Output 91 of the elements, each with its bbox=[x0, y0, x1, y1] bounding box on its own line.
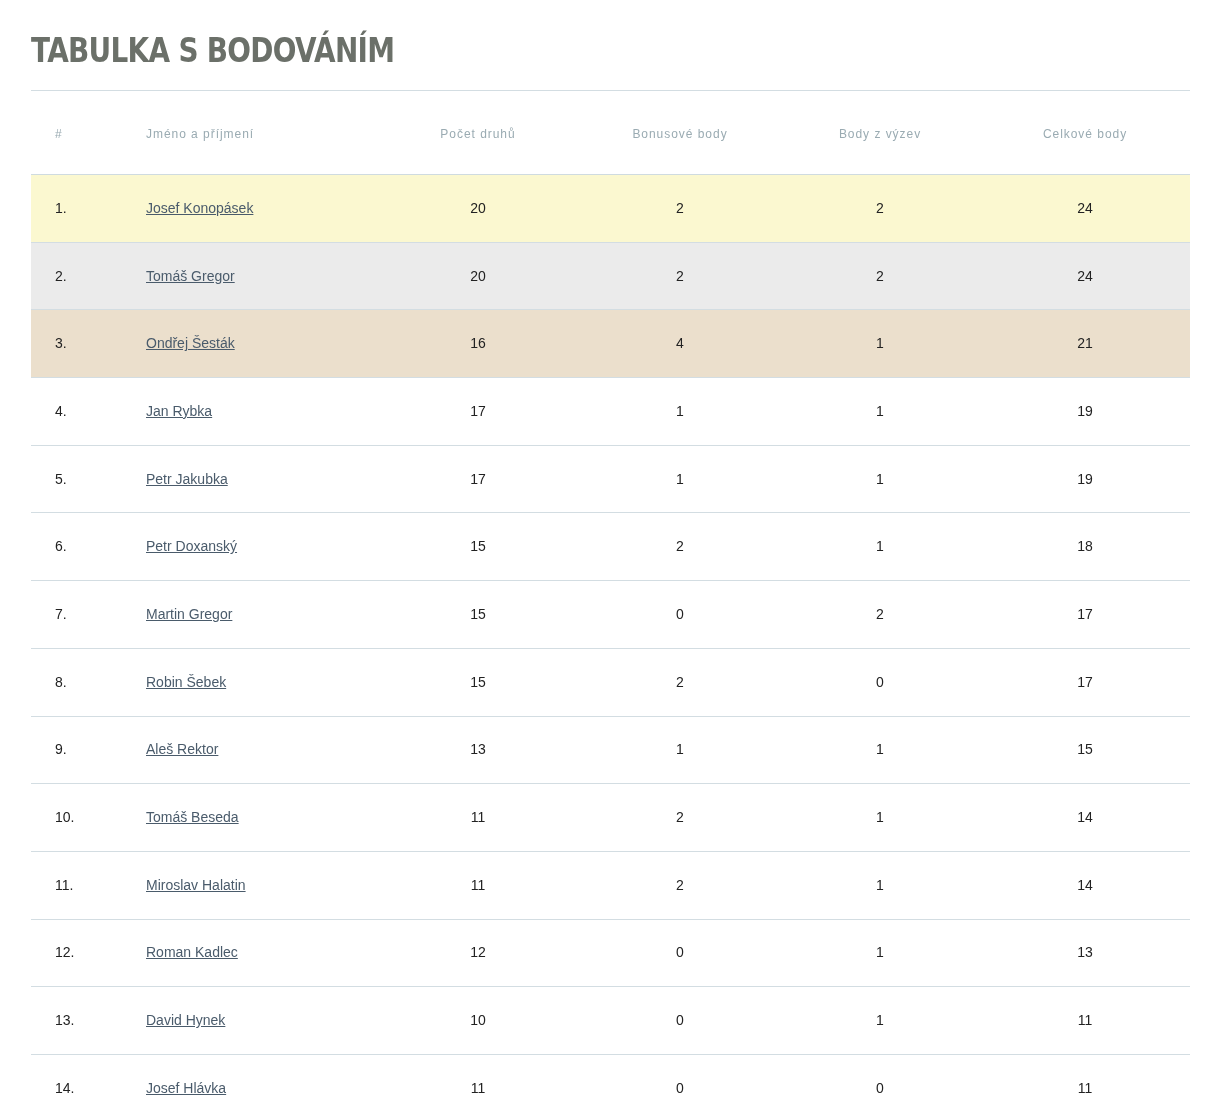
table-cell: 24 bbox=[1077, 199, 1093, 216]
table-cell: 0 bbox=[876, 673, 884, 690]
player-name-link[interactable]: Josef Hlávka bbox=[146, 1079, 227, 1096]
table-cell: 1 bbox=[876, 876, 884, 893]
rank-cell: 7. bbox=[55, 605, 67, 622]
table-cell: 17 bbox=[470, 402, 486, 419]
table-cell: 13 bbox=[470, 741, 486, 758]
column-header: Jméno a příjmení bbox=[146, 126, 255, 141]
table-cell: 1 bbox=[676, 470, 684, 487]
table-cell: 20 bbox=[470, 199, 486, 216]
table-cell: 2 bbox=[876, 199, 884, 216]
table-cell: 19 bbox=[1077, 470, 1093, 487]
table-cell: 2 bbox=[876, 267, 884, 284]
rank-cell: 2. bbox=[55, 267, 67, 284]
rank-cell: 13. bbox=[55, 1012, 75, 1029]
table-cell: 14 bbox=[1077, 876, 1093, 893]
table-cell: 2 bbox=[676, 538, 684, 555]
rank-cell: 3. bbox=[55, 335, 67, 352]
table-cell: 18 bbox=[1077, 538, 1093, 555]
rank-cell: 10. bbox=[55, 809, 75, 826]
table-cell: 19 bbox=[1077, 402, 1093, 419]
rank-cell: 8. bbox=[55, 673, 67, 690]
player-name-link[interactable]: Tomáš Gregor bbox=[146, 267, 235, 284]
table-cell: 1 bbox=[876, 402, 884, 419]
rank-cell: 14. bbox=[55, 1079, 75, 1096]
table-cell: 2 bbox=[676, 673, 684, 690]
player-name-link[interactable]: Jan Rybka bbox=[146, 402, 213, 419]
player-name-link[interactable]: Aleš Rektor bbox=[146, 741, 219, 758]
table-cell: 17 bbox=[1077, 605, 1093, 622]
rank-cell: 9. bbox=[55, 741, 67, 758]
table-cell: 2 bbox=[676, 267, 684, 284]
table-cell: 1 bbox=[876, 809, 884, 826]
player-name-link[interactable]: Petr Jakubka bbox=[146, 470, 228, 487]
table-cell: 15 bbox=[470, 673, 486, 690]
table-cell: 1 bbox=[876, 538, 884, 555]
table-cell: 1 bbox=[876, 335, 884, 352]
player-name-link[interactable]: Miroslav Halatin bbox=[146, 876, 246, 893]
table-cell: 1 bbox=[676, 402, 684, 419]
table-cell: 15 bbox=[470, 538, 486, 555]
table-cell: 15 bbox=[1077, 741, 1093, 758]
table-cell: 1 bbox=[876, 944, 884, 961]
column-header: Celkové body bbox=[1042, 126, 1128, 141]
rank-cell: 1. bbox=[55, 199, 67, 216]
table-cell: 11 bbox=[470, 1079, 486, 1096]
table-cell: 0 bbox=[676, 944, 684, 961]
page-title: TABULKA S BODOVÁNÍM bbox=[31, 30, 395, 70]
table-cell: 1 bbox=[876, 741, 884, 758]
rank-cell: 11. bbox=[55, 876, 74, 893]
player-name-link[interactable]: Ondřej Šesták bbox=[146, 335, 235, 352]
rank-cell: 12. bbox=[55, 944, 75, 961]
table-cell: 2 bbox=[676, 809, 684, 826]
table-cell: 16 bbox=[470, 335, 486, 352]
table-cell: 12 bbox=[470, 944, 486, 961]
table-cell: 2 bbox=[676, 876, 684, 893]
rank-cell: 5. bbox=[55, 470, 67, 487]
rank-cell: 4. bbox=[55, 402, 67, 419]
player-name-link[interactable]: Martin Gregor bbox=[146, 605, 233, 622]
table-cell: 0 bbox=[676, 605, 684, 622]
table-cell: 1 bbox=[676, 741, 684, 758]
table-cell: 17 bbox=[1077, 673, 1093, 690]
table-cell: 11 bbox=[470, 809, 486, 826]
column-header: Bonusové body bbox=[632, 126, 728, 141]
table-cell: 11 bbox=[1077, 1012, 1093, 1029]
player-name-link[interactable]: Tomáš Beseda bbox=[146, 809, 239, 826]
player-name-link[interactable]: Roman Kadlec bbox=[146, 944, 238, 961]
column-header: Počet druhů bbox=[440, 126, 516, 141]
player-name-link[interactable]: Petr Doxanský bbox=[146, 538, 238, 555]
column-header: # bbox=[55, 126, 63, 141]
table-cell: 10 bbox=[470, 1012, 486, 1029]
table-cell: 13 bbox=[1077, 944, 1093, 961]
table-cell: 21 bbox=[1077, 335, 1093, 352]
table-cell: 24 bbox=[1077, 267, 1093, 284]
column-header: Body z výzev bbox=[838, 126, 922, 141]
table-cell: 11 bbox=[1077, 1079, 1093, 1096]
table-cell: 0 bbox=[676, 1012, 684, 1029]
player-name-link[interactable]: David Hynek bbox=[146, 1012, 226, 1029]
table-cell: 14 bbox=[1077, 809, 1093, 826]
table-cell: 15 bbox=[470, 605, 486, 622]
table-cell: 4 bbox=[676, 335, 684, 352]
table-cell: 20 bbox=[470, 267, 486, 284]
table-cell: 11 bbox=[470, 876, 486, 893]
table-cell: 2 bbox=[876, 605, 884, 622]
table-cell: 0 bbox=[876, 1079, 884, 1096]
table-cell: 0 bbox=[676, 1079, 684, 1096]
table-cell: 1 bbox=[876, 1012, 884, 1029]
table-cell: 1 bbox=[876, 470, 884, 487]
rank-cell: 6. bbox=[55, 538, 67, 555]
player-name-link[interactable]: Josef Konopásek bbox=[146, 199, 254, 216]
table-cell: 2 bbox=[676, 199, 684, 216]
table-cell: 17 bbox=[470, 470, 486, 487]
player-name-link[interactable]: Robin Šebek bbox=[146, 673, 227, 690]
